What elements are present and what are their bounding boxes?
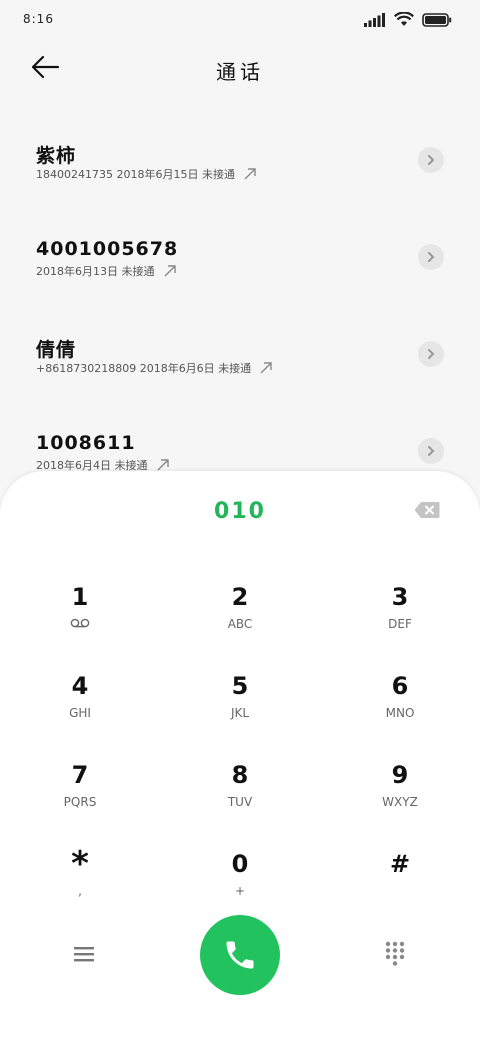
backspace-button[interactable] (414, 501, 440, 519)
call-detail: 2018年6月13日 未接通 (36, 265, 155, 278)
header: 通话 (0, 44, 480, 94)
key-8[interactable]: 8 TUV (180, 759, 300, 829)
key-letters: WXYZ (382, 795, 418, 809)
menu-button[interactable] (72, 943, 96, 965)
call-detail-button[interactable] (418, 244, 444, 270)
call-detail: 18400241735 2018年6月15日 未接通 (36, 168, 235, 181)
voicemail-icon (70, 618, 90, 628)
outgoing-call-icon (157, 459, 169, 471)
key-digit: 7 (71, 761, 89, 789)
key-digit: # (389, 850, 411, 878)
status-time: 8:16 (23, 12, 54, 26)
key-7[interactable]: 7 PQRS (20, 759, 140, 829)
key-digit: 4 (71, 672, 89, 700)
contact-name: 1008611 (36, 432, 136, 454)
key-star[interactable]: * , (20, 844, 140, 918)
call-detail-button[interactable] (418, 341, 444, 367)
chevron-right-icon (428, 446, 435, 456)
key-1[interactable]: 1 (20, 581, 140, 651)
call-detail: +8618730218809 2018年6月6日 未接通 (36, 362, 252, 375)
key-pound[interactable]: # (340, 848, 460, 918)
keypad-icon (385, 941, 405, 966)
backspace-icon (414, 502, 440, 518)
key-5[interactable]: 5 JKL (180, 670, 300, 740)
page-title: 通话 (216, 60, 264, 84)
key-2[interactable]: 2 ABC (180, 581, 300, 651)
key-9[interactable]: 9 WXYZ (340, 759, 460, 829)
dialed-number: 010 (214, 499, 266, 524)
key-letters: DEF (388, 617, 412, 631)
call-log-list: 紫柿 18400241735 2018年6月15日 未接通 4001005678… (0, 112, 480, 500)
outgoing-call-icon (260, 362, 272, 374)
battery-icon (422, 12, 452, 27)
key-4[interactable]: 4 GHI (20, 670, 140, 740)
call-meta: 18400241735 2018年6月15日 未接通 (36, 166, 257, 182)
key-letters: , (78, 884, 82, 898)
key-letters: PQRS (63, 795, 97, 809)
call-detail-button[interactable] (418, 438, 444, 464)
call-log-item[interactable]: 4001005678 2018年6月13日 未接通 (0, 209, 480, 306)
key-digit: 0 (231, 850, 249, 878)
key-letters: ABC (227, 617, 253, 631)
key-letters (20, 617, 140, 633)
key-0[interactable]: 0 + (180, 848, 300, 918)
call-button[interactable] (200, 915, 280, 995)
key-letters: + (234, 884, 246, 898)
outgoing-call-icon (164, 265, 176, 277)
key-letters: JKL (230, 706, 250, 720)
key-letters (340, 884, 460, 900)
status-icons (364, 12, 452, 27)
phone-icon (226, 941, 254, 969)
key-digit: 8 (231, 761, 249, 789)
contact-name: 4001005678 (36, 238, 179, 260)
chevron-right-icon (428, 252, 435, 262)
chevron-right-icon (428, 155, 435, 165)
key-digit: 1 (71, 583, 89, 611)
key-letters: MNO (385, 706, 415, 720)
keypad-toggle-button[interactable] (384, 941, 406, 967)
status-bar: 8:16 (0, 0, 480, 40)
dialpad-actions (0, 915, 480, 995)
chevron-right-icon (428, 349, 435, 359)
call-meta: 2018年6月13日 未接通 (36, 263, 177, 279)
key-6[interactable]: 6 MNO (340, 670, 460, 740)
menu-icon (74, 947, 94, 962)
signal-icon (364, 12, 385, 27)
key-3[interactable]: 3 DEF (340, 581, 460, 651)
contact-name: 紫柿 (36, 145, 77, 167)
key-digit: 3 (391, 583, 409, 611)
call-log-item[interactable]: 紫柿 18400241735 2018年6月15日 未接通 (0, 112, 480, 209)
call-meta: +8618730218809 2018年6月6日 未接通 (36, 360, 273, 376)
wifi-icon (394, 12, 414, 26)
key-digit: 5 (231, 672, 249, 700)
key-digit: 6 (391, 672, 409, 700)
key-letters: GHI (69, 706, 91, 720)
contact-name: 倩倩 (36, 339, 77, 361)
dialpad-panel: 010 1 2 ABC 3 DEF 4 GHI 5 JKL 6 MNO 7 PQ… (0, 471, 480, 1040)
outgoing-call-icon (244, 168, 256, 180)
key-digit: 9 (391, 761, 409, 789)
key-letters: TUV (227, 795, 253, 809)
key-digit: 2 (231, 583, 249, 611)
call-log-item[interactable]: 倩倩 +8618730218809 2018年6月6日 未接通 (0, 306, 480, 403)
call-detail-button[interactable] (418, 147, 444, 173)
key-digit: * (71, 844, 89, 884)
